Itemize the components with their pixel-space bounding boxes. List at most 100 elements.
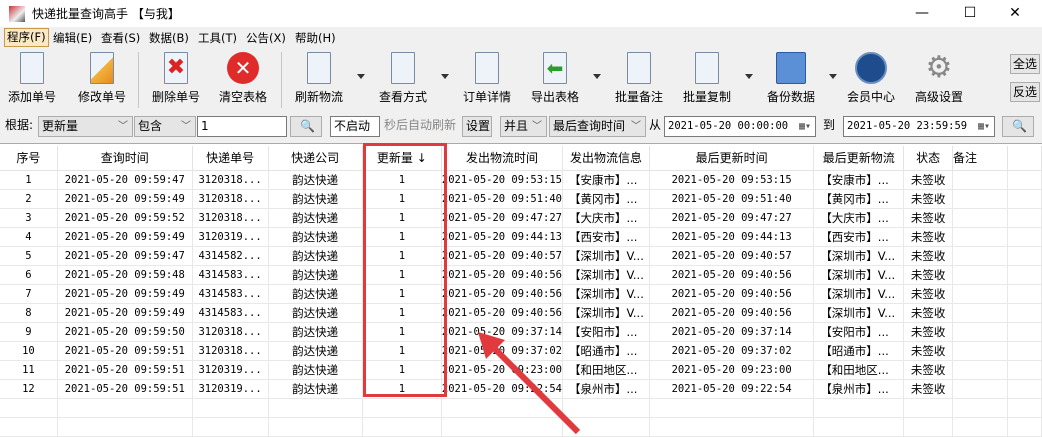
advanced-settings-button[interactable]: ⚙ 高级设置 <box>911 52 967 105</box>
table-cell: 【和田地区... <box>813 360 905 380</box>
table-cell: 7 <box>0 284 58 304</box>
table-cell: 未签收 <box>903 360 953 380</box>
table-cell-empty <box>952 398 1009 418</box>
filter-value-input[interactable]: 1 <box>197 116 287 137</box>
table-row[interactable]: 1 2021-05-20 09:59:47 3120318... 韵达快递 1 2021-… <box>0 170 1042 190</box>
table-cell: 2021-05-20 09:37:02 <box>441 341 564 361</box>
table-cell: 【深圳市】V... <box>813 303 905 323</box>
refresh-logistics-button[interactable]: 刷新物流 <box>293 52 345 105</box>
auto-refresh-input[interactable]: 不启动 <box>330 116 380 137</box>
table-cell <box>952 170 1009 190</box>
close-button[interactable]: ✕ <box>995 3 1035 23</box>
add-number-button[interactable]: 添加单号 <box>6 52 58 105</box>
column-header[interactable]: 备注 <box>952 146 1009 171</box>
delete-number-button[interactable]: ✖ 删除单号 <box>150 52 202 105</box>
column-header[interactable]: 快递公司 <box>268 146 363 171</box>
search-button[interactable]: 🔍 <box>290 116 322 137</box>
to-date-picker[interactable]: 2021-05-20 23:59:59 ▦▾ <box>843 116 995 137</box>
table-cell: 2021-05-20 09:44:13 <box>441 227 564 247</box>
minimize-button[interactable]: — <box>902 3 942 23</box>
table-cell: 3 <box>0 208 58 228</box>
column-header[interactable]: 最后更新时间 <box>649 146 815 171</box>
view-mode-button[interactable]: 查看方式 <box>377 52 429 105</box>
menu-edit[interactable]: 编辑(E) <box>53 30 92 46</box>
menu-help[interactable]: 帮助(H) <box>295 30 336 46</box>
menu-data[interactable]: 数据(B) <box>149 30 189 46</box>
time-field-select[interactable]: 最后查询时间 ﹀ <box>549 116 646 137</box>
refresh-dropdown-icon[interactable] <box>357 74 365 79</box>
logic-select[interactable]: 并且 ﹀ <box>500 116 547 137</box>
table-cell-empty <box>1007 398 1042 418</box>
backup-data-button[interactable]: 备份数据 <box>765 52 817 105</box>
query-button[interactable]: 🔍 <box>1002 116 1034 137</box>
edit-number-button[interactable]: 修改单号 <box>76 52 128 105</box>
table-row[interactable]: 12 2021-05-20 09:59:51 3120319... 韵达快递 1 2021… <box>0 379 1042 399</box>
column-header[interactable]: 快递单号 <box>192 146 269 171</box>
table-row[interactable]: 5 2021-05-20 09:59:47 4314582... 韵达快递 1 2021-… <box>0 246 1042 266</box>
column-header[interactable]: 序号 <box>0 146 58 171</box>
table-row[interactable]: 7 2021-05-20 09:59:49 4314583... 韵达快递 1 2021-… <box>0 284 1042 304</box>
table-row[interactable]: 8 2021-05-20 09:59:49 4314583... 韵达快递 1 2021-… <box>0 303 1042 323</box>
column-header[interactable]: 发出物流时间 <box>441 146 564 171</box>
detail-icon <box>475 52 499 84</box>
table-row[interactable]: 9 2021-05-20 09:59:50 3120318... 韵达快递 1 2021-… <box>0 322 1042 342</box>
table-cell: 4314583... <box>192 284 269 304</box>
table-cell: 【昭通市】... <box>562 341 650 361</box>
invert-selection-button[interactable]: 反选 <box>1010 82 1040 102</box>
table-cell <box>952 189 1009 209</box>
select-all-button[interactable]: 全选 <box>1010 54 1040 74</box>
menu-notice[interactable]: 公告(X) <box>246 30 286 46</box>
table-row[interactable]: 10 2021-05-20 09:59:51 3120318... 韵达快递 1 2021… <box>0 341 1042 361</box>
export-table-button[interactable]: ⬅ 导出表格 <box>529 52 581 105</box>
menu-tools[interactable]: 工具(T) <box>198 30 237 46</box>
table-cell: 8 <box>0 303 58 323</box>
table-row[interactable]: 6 2021-05-20 09:59:48 4314583... 韵达快递 1 2021-… <box>0 265 1042 285</box>
table-cell-empty <box>562 417 650 437</box>
empty-row <box>0 417 1042 437</box>
table-row[interactable]: 3 2021-05-20 09:59:52 3120318... 韵达快递 1 2021-… <box>0 208 1042 228</box>
table-cell: 1 <box>362 379 442 399</box>
column-header[interactable]: 状态 <box>903 146 953 171</box>
table-row[interactable]: 11 2021-05-20 09:59:51 3120319... 韵达快递 1 2021… <box>0 360 1042 380</box>
export-dropdown-icon[interactable] <box>593 74 601 79</box>
from-date-picker[interactable]: 2021-05-20 00:00:00 ▦▾ <box>664 116 816 137</box>
order-detail-button[interactable]: 订单详情 <box>461 52 513 105</box>
table-cell: 韵达快递 <box>268 379 363 399</box>
member-center-button[interactable]: 会员中心 <box>845 52 897 105</box>
table-cell: 3120319... <box>192 379 269 399</box>
column-header[interactable]: 最后更新物流 <box>813 146 905 171</box>
menu-view[interactable]: 查看(S) <box>101 30 140 46</box>
table-cell: 3120318... <box>192 208 269 228</box>
divider <box>281 52 282 108</box>
to-label: 到 <box>823 118 836 132</box>
table-cell-empty <box>57 398 193 418</box>
table-cell: 未签收 <box>903 265 953 285</box>
table-row[interactable]: 2 2021-05-20 09:59:49 3120318... 韵达快递 1 2021-… <box>0 189 1042 209</box>
column-header[interactable]: 查询时间 <box>57 146 193 171</box>
menu-program[interactable]: 程序(F) <box>4 28 49 47</box>
table-cell: 韵达快递 <box>268 265 363 285</box>
column-header[interactable]: 发出物流信息 <box>562 146 650 171</box>
table-cell: 韵达快递 <box>268 284 363 304</box>
match-select[interactable]: 包含 ﹀ <box>134 116 196 137</box>
table-cell-empty <box>813 417 905 437</box>
settings-button[interactable]: 设置 <box>462 116 492 137</box>
table-cell: 【西安市】... <box>562 227 650 247</box>
backup-dropdown-icon[interactable] <box>829 74 837 79</box>
field-select[interactable]: 更新量 ﹀ <box>38 116 133 137</box>
table-cell: 3120318... <box>192 170 269 190</box>
table-cell: 2021-05-20 09:23:00 <box>649 360 815 380</box>
batch-note-button[interactable]: 批量备注 <box>613 52 665 105</box>
table-cell: 韵达快递 <box>268 189 363 209</box>
table-cell <box>952 360 1009 380</box>
time-field-value: 最后查询时间 <box>553 119 626 133</box>
table-cell: 韵达快递 <box>268 170 363 190</box>
copy-dropdown-icon[interactable] <box>745 74 753 79</box>
clear-table-button[interactable]: ✕ 清空表格 <box>217 52 269 105</box>
table-row[interactable]: 4 2021-05-20 09:59:49 3120319... 韵达快递 1 2021-… <box>0 227 1042 247</box>
view-dropdown-icon[interactable] <box>441 74 449 79</box>
table-cell: 3120318... <box>192 189 269 209</box>
batch-copy-button[interactable]: 批量复制 <box>681 52 733 105</box>
column-header[interactable]: 更新量 ↓ <box>362 146 442 171</box>
maximize-button[interactable]: ☐ <box>950 3 990 23</box>
